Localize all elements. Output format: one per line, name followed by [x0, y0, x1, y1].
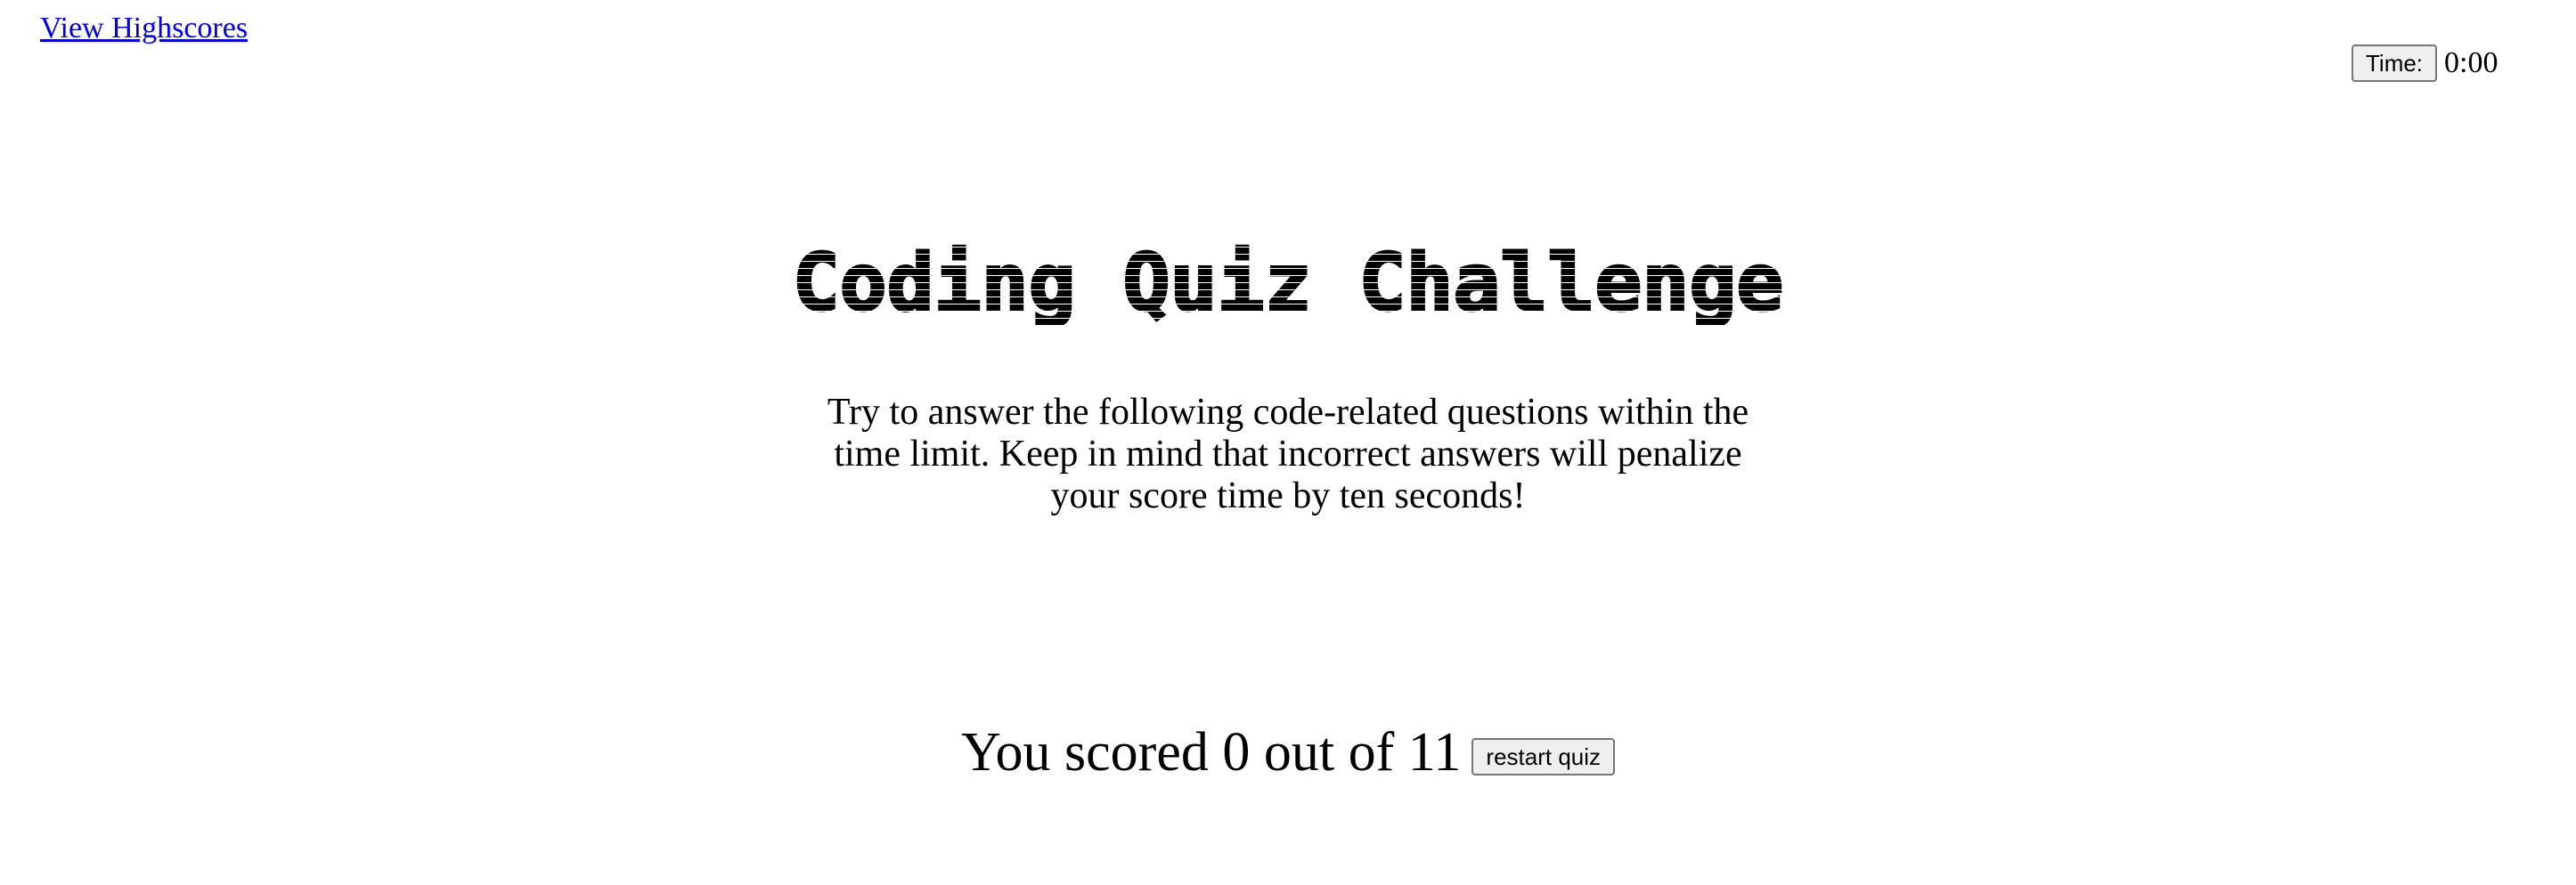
timer: Time: 0:00: [2352, 45, 2499, 82]
page-title: Coding Quiz Challenge: [0, 240, 2576, 333]
pixel-title-graphic: Coding Quiz Challenge: [791, 240, 1785, 326]
score-summary: You scored 0 out of 11 restart quiz: [0, 721, 2576, 784]
page-title-text: Coding Quiz Challenge: [793, 240, 1784, 326]
restart-quiz-button[interactable]: restart quiz: [1471, 738, 1616, 775]
timer-button[interactable]: Time:: [2352, 45, 2438, 82]
intro-text: Try to answer the following code-related…: [827, 392, 1749, 516]
timer-value: 0:00: [2444, 46, 2499, 79]
view-highscores-link[interactable]: View Highscores: [40, 11, 248, 46]
score-text: You scored 0 out of 11: [960, 722, 1462, 783]
quiz-page: View Highscores Time: 0:00 Coding Quiz C…: [0, 0, 2576, 885]
